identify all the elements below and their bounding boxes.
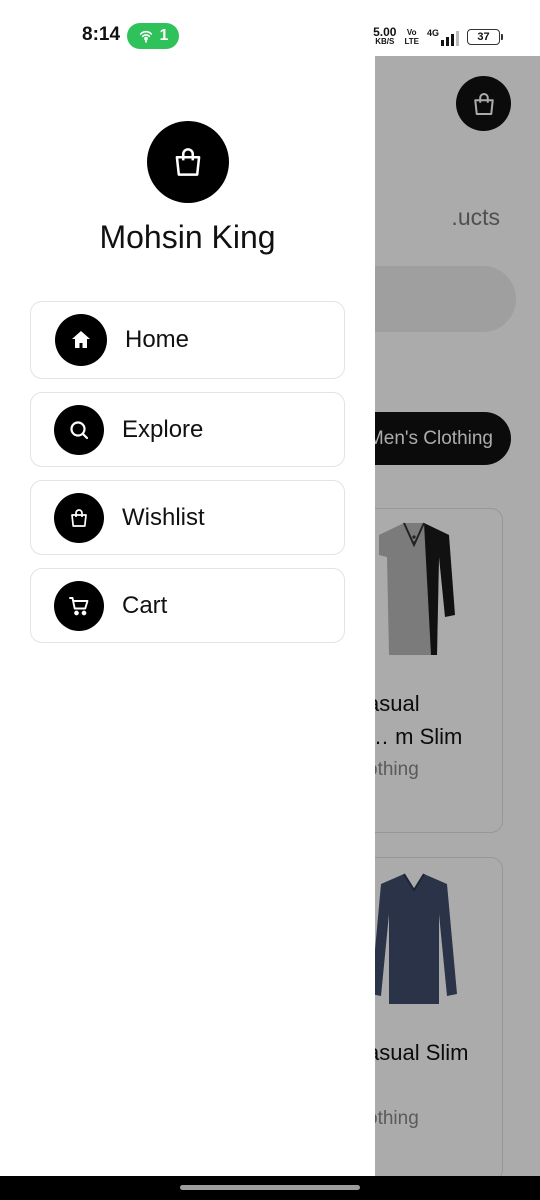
volte-bottom: LTE	[404, 37, 419, 46]
hotspot-indicator: 1	[127, 23, 179, 49]
signal-group: 4G	[427, 28, 459, 46]
drawer-item-cart[interactable]: Cart	[30, 568, 345, 643]
home-icon	[72, 331, 90, 348]
drawer-item-label: Wishlist	[122, 503, 205, 531]
drawer-item-label: Cart	[122, 591, 168, 619]
cart-icon	[69, 596, 89, 615]
volte-top: Vo	[406, 28, 417, 37]
volte-indicator: Vo LTE	[404, 28, 419, 46]
battery-icon: 37	[467, 29, 503, 45]
hotspot-icon	[139, 30, 152, 43]
status-time: 8:14	[82, 24, 121, 45]
shopping-bag-icon	[71, 508, 87, 527]
shopping-bag-icon	[175, 148, 201, 176]
system-navigation-bar	[0, 1176, 540, 1200]
drawer-item-label: Home	[125, 326, 190, 353]
status-icons: 5.00 KB/S Vo LTE 4G 37	[373, 24, 503, 50]
drawer-item-home[interactable]: Home	[30, 301, 345, 379]
drawer-item-wishlist[interactable]: Wishlist	[30, 480, 345, 555]
network-speed-unit: KB/S	[375, 37, 395, 46]
network-type: 4G	[426, 28, 439, 38]
network-speed-value: 5.00	[373, 25, 397, 39]
drawer-avatar	[147, 121, 229, 203]
navigation-drawer: Mohsin King Home Explore Wishlist Cart	[0, 56, 375, 1176]
status-bar: 8:14 1 5.00 KB/S Vo LTE 4G 37	[0, 0, 540, 56]
hotspot-count: 1	[159, 27, 169, 44]
network-speed: 5.00 KB/S	[373, 25, 397, 47]
search-icon	[70, 420, 89, 439]
battery-level: 37	[477, 31, 490, 43]
signal-strength-icon	[441, 28, 459, 46]
home-gesture-handle[interactable]	[180, 1185, 360, 1190]
drawer-user-name: Mohsin King	[99, 219, 276, 255]
drawer-item-label: Explore	[122, 415, 204, 443]
drawer-item-explore[interactable]: Explore	[30, 392, 345, 467]
